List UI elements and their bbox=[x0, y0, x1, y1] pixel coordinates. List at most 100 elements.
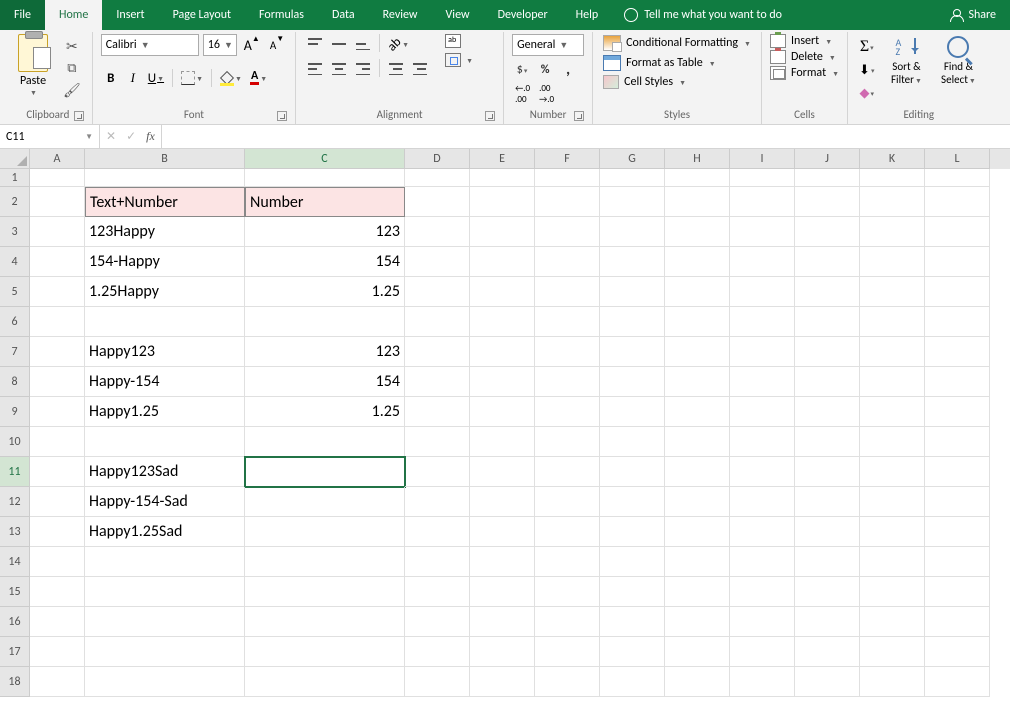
orientation-button[interactable]: ab▼ bbox=[385, 34, 412, 54]
cell-A16[interactable] bbox=[30, 607, 85, 637]
cells-area[interactable]: Text+NumberNumber123Happy123154-Happy154… bbox=[30, 169, 1010, 722]
cell-E9[interactable] bbox=[470, 397, 535, 427]
merge-center-button[interactable]: ▼ bbox=[445, 53, 495, 67]
cell-I10[interactable] bbox=[730, 427, 795, 457]
cell-C4[interactable]: 154 bbox=[245, 247, 405, 277]
find-select-button[interactable]: Find & Select▼ bbox=[935, 34, 981, 86]
cell-J2[interactable] bbox=[795, 187, 860, 217]
cell-G4[interactable] bbox=[600, 247, 665, 277]
cell-K2[interactable] bbox=[860, 187, 925, 217]
cell-A1[interactable] bbox=[30, 169, 85, 187]
cell-H15[interactable] bbox=[665, 577, 730, 607]
cell-J1[interactable] bbox=[795, 169, 860, 187]
currency-button[interactable]: $▾ bbox=[512, 60, 532, 80]
share-button[interactable]: Share bbox=[936, 0, 1010, 30]
row-header-17[interactable]: 17 bbox=[0, 637, 30, 667]
sort-filter-button[interactable]: Sort & Filter▼ bbox=[883, 34, 929, 86]
cell-G7[interactable] bbox=[600, 337, 665, 367]
cell-K3[interactable] bbox=[860, 217, 925, 247]
cell-J12[interactable] bbox=[795, 487, 860, 517]
cell-I13[interactable] bbox=[730, 517, 795, 547]
cell-D16[interactable] bbox=[405, 607, 470, 637]
enter-icon[interactable]: ✓ bbox=[126, 129, 136, 144]
cell-J9[interactable] bbox=[795, 397, 860, 427]
cell-K5[interactable] bbox=[860, 277, 925, 307]
cell-G2[interactable] bbox=[600, 187, 665, 217]
cell-K7[interactable] bbox=[860, 337, 925, 367]
column-header-D[interactable]: D bbox=[405, 149, 470, 169]
cell-H13[interactable] bbox=[665, 517, 730, 547]
cell-F15[interactable] bbox=[535, 577, 600, 607]
cell-G6[interactable] bbox=[600, 307, 665, 337]
cell-L2[interactable] bbox=[925, 187, 990, 217]
cell-G15[interactable] bbox=[600, 577, 665, 607]
column-header-H[interactable]: H bbox=[665, 149, 730, 169]
column-header-K[interactable]: K bbox=[860, 149, 925, 169]
cell-J4[interactable] bbox=[795, 247, 860, 277]
cell-B4[interactable]: 154-Happy bbox=[85, 247, 245, 277]
percent-button[interactable]: % bbox=[535, 60, 555, 80]
cell-B11[interactable]: Happy123Sad bbox=[85, 457, 245, 487]
cell-A5[interactable] bbox=[30, 277, 85, 307]
cell-G5[interactable] bbox=[600, 277, 665, 307]
cell-A3[interactable] bbox=[30, 217, 85, 247]
format-cells-button[interactable]: Format▼ bbox=[770, 66, 839, 80]
row-header-16[interactable]: 16 bbox=[0, 607, 30, 637]
cell-B9[interactable]: Happy1.25 bbox=[85, 397, 245, 427]
cell-H10[interactable] bbox=[665, 427, 730, 457]
cell-G17[interactable] bbox=[600, 637, 665, 667]
tab-formulas[interactable]: Formulas bbox=[245, 0, 318, 30]
cell-K15[interactable] bbox=[860, 577, 925, 607]
cell-L12[interactable] bbox=[925, 487, 990, 517]
column-header-I[interactable]: I bbox=[730, 149, 795, 169]
tell-me[interactable]: Tell me what you want to do bbox=[612, 0, 794, 30]
cell-G9[interactable] bbox=[600, 397, 665, 427]
cell-I6[interactable] bbox=[730, 307, 795, 337]
cell-C3[interactable]: 123 bbox=[245, 217, 405, 247]
cell-A14[interactable] bbox=[30, 547, 85, 577]
cell-L5[interactable] bbox=[925, 277, 990, 307]
cell-D18[interactable] bbox=[405, 667, 470, 697]
row-header-7[interactable]: 7 bbox=[0, 337, 30, 367]
cell-I17[interactable] bbox=[730, 637, 795, 667]
align-middle-button[interactable] bbox=[328, 34, 350, 54]
cell-H16[interactable] bbox=[665, 607, 730, 637]
cell-G10[interactable] bbox=[600, 427, 665, 457]
cell-B12[interactable]: Happy-154-Sad bbox=[85, 487, 245, 517]
cell-F6[interactable] bbox=[535, 307, 600, 337]
cell-L7[interactable] bbox=[925, 337, 990, 367]
cell-F17[interactable] bbox=[535, 637, 600, 667]
align-center-button[interactable] bbox=[328, 59, 350, 79]
tab-review[interactable]: Review bbox=[369, 0, 432, 30]
cell-I2[interactable] bbox=[730, 187, 795, 217]
tab-developer[interactable]: Developer bbox=[484, 0, 562, 30]
cell-A4[interactable] bbox=[30, 247, 85, 277]
fill-color-button[interactable]: ▼ bbox=[217, 68, 245, 88]
cell-E18[interactable] bbox=[470, 667, 535, 697]
column-header-F[interactable]: F bbox=[535, 149, 600, 169]
cell-C8[interactable]: 154 bbox=[245, 367, 405, 397]
cell-C13[interactable] bbox=[245, 517, 405, 547]
cell-E7[interactable] bbox=[470, 337, 535, 367]
cell-H1[interactable] bbox=[665, 169, 730, 187]
cell-F9[interactable] bbox=[535, 397, 600, 427]
cell-C5[interactable]: 1.25 bbox=[245, 277, 405, 307]
cell-J18[interactable] bbox=[795, 667, 860, 697]
dialog-launcher-icon[interactable] bbox=[574, 111, 584, 121]
tab-page-layout[interactable]: Page Layout bbox=[159, 0, 245, 30]
column-header-J[interactable]: J bbox=[795, 149, 860, 169]
cell-J14[interactable] bbox=[795, 547, 860, 577]
column-header-A[interactable]: A bbox=[30, 149, 85, 169]
tab-help[interactable]: Help bbox=[562, 0, 613, 30]
cell-J11[interactable] bbox=[795, 457, 860, 487]
cell-K14[interactable] bbox=[860, 547, 925, 577]
cell-D4[interactable] bbox=[405, 247, 470, 277]
font-name-combo[interactable]: Calibri▼ bbox=[101, 34, 199, 56]
cell-B1[interactable] bbox=[85, 169, 245, 187]
cell-I15[interactable] bbox=[730, 577, 795, 607]
decrease-indent-button[interactable] bbox=[385, 59, 407, 79]
cancel-icon[interactable]: ✕ bbox=[106, 129, 116, 144]
cell-B13[interactable]: Happy1.25Sad bbox=[85, 517, 245, 547]
cell-E2[interactable] bbox=[470, 187, 535, 217]
cell-A6[interactable] bbox=[30, 307, 85, 337]
